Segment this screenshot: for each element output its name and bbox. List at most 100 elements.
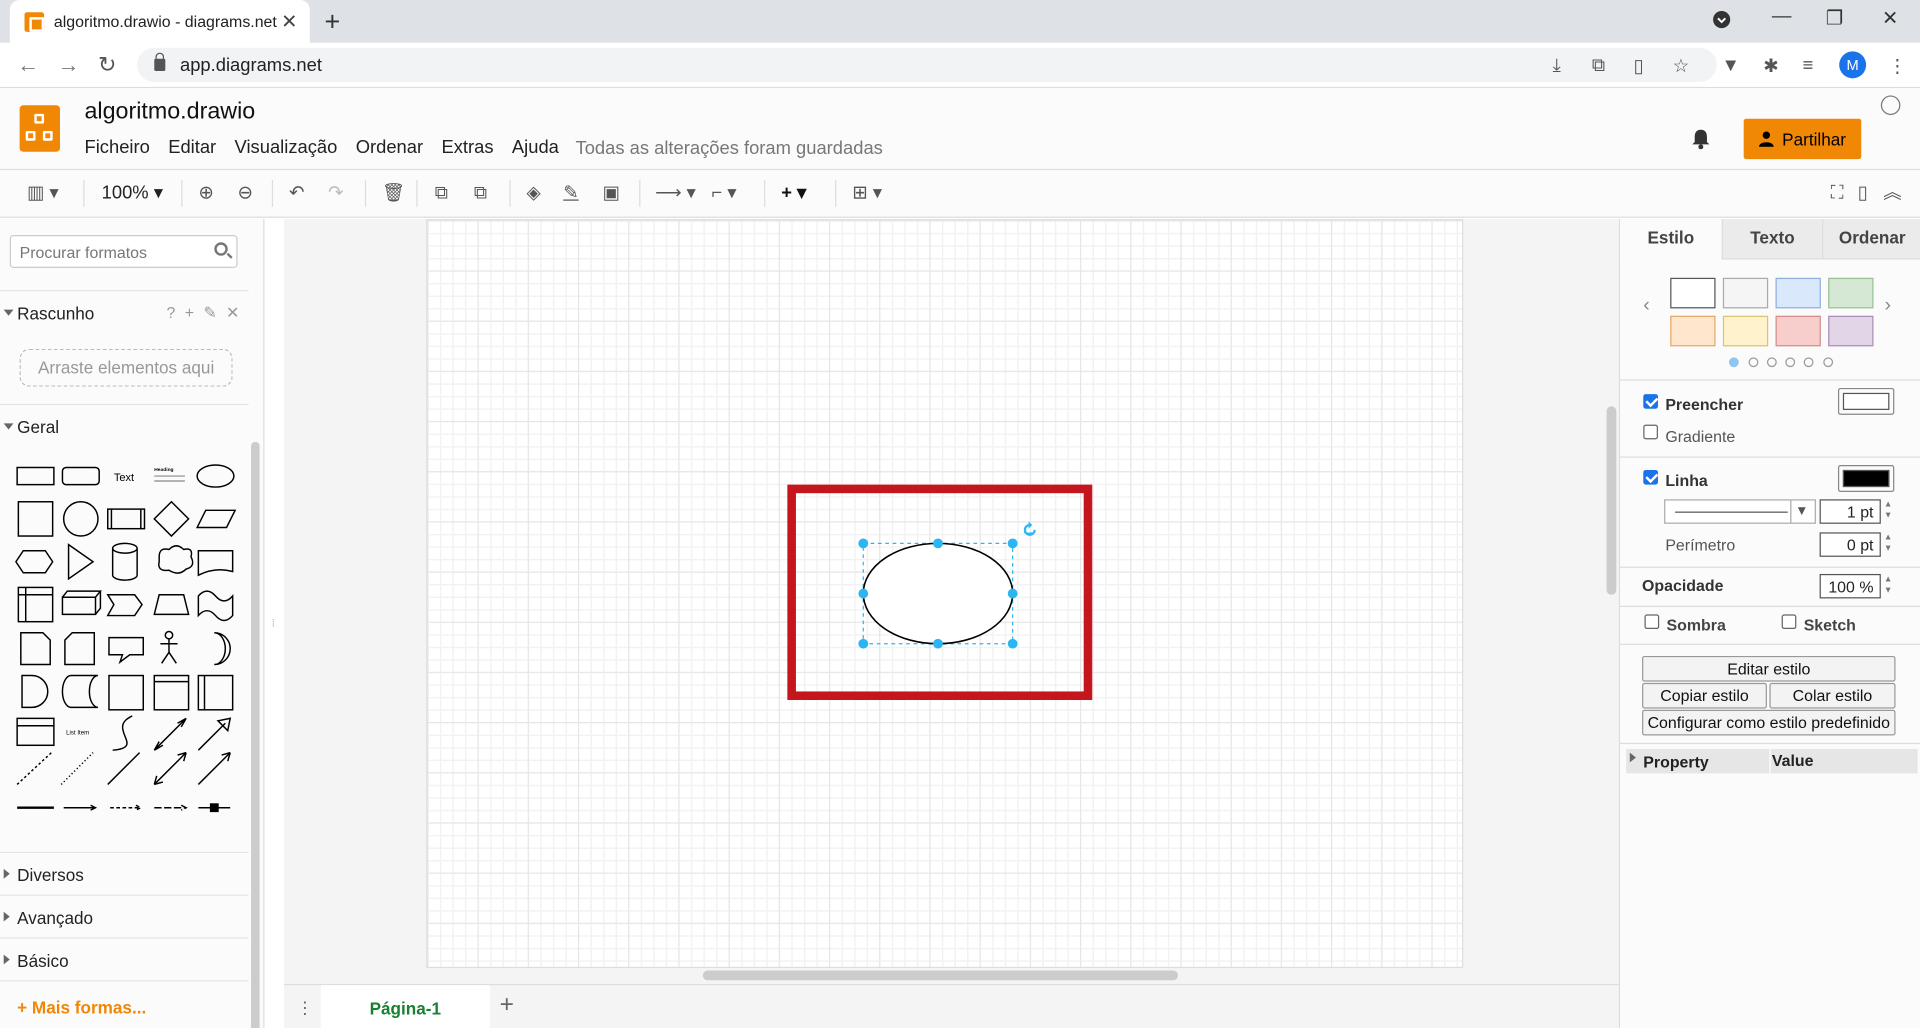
zoom-in-icon[interactable]: ⊕ (198, 182, 213, 204)
extensions-puzzle-icon[interactable]: ✱ (1763, 55, 1778, 77)
tab-texto[interactable]: Texto (1721, 219, 1823, 260)
more-shapes-link[interactable]: + Mais formas... (17, 997, 146, 1017)
minimize-icon[interactable]: — (1772, 6, 1792, 28)
url-bar[interactable]: app.diagrams.net (137, 47, 1717, 82)
fill-color-picker[interactable] (1837, 387, 1895, 415)
swatch-page-dot-6[interactable] (1823, 357, 1834, 368)
profile-avatar[interactable]: M (1839, 51, 1867, 79)
swatch-prev-icon[interactable]: ‹ (1643, 295, 1650, 317)
document-title[interactable]: algoritmo.drawio (84, 99, 255, 126)
zoom-select[interactable]: 100% ▾ (102, 182, 163, 204)
translate-icon[interactable]: ⧉ (1592, 55, 1605, 76)
canvas-vertical-scrollbar[interactable] (1606, 406, 1617, 595)
forward-icon[interactable]: → (58, 53, 80, 79)
line-width-input[interactable]: 1 pt (1819, 499, 1881, 524)
swatch-page-dot-3[interactable] (1766, 357, 1777, 368)
back-icon[interactable]: ← (17, 53, 39, 79)
paste-style-button[interactable]: Colar estilo (1769, 682, 1896, 709)
swatch-page-dot-1[interactable] (1728, 357, 1739, 368)
collapse-icon[interactable]: ︽ (1883, 182, 1901, 204)
section-geral[interactable]: Geral (0, 406, 249, 445)
section-diversos[interactable]: Diversos (0, 854, 249, 893)
toggle-panel-icon[interactable]: ▯ (1858, 182, 1868, 204)
shape-search-input[interactable]: Procurar formatos (9, 234, 238, 269)
format-panel-toggle-icon[interactable]: ▥ ▾ (27, 182, 59, 204)
table-icon[interactable]: ⊞ ▾ (852, 182, 882, 204)
line-pattern-select[interactable]: ▼ (1664, 499, 1816, 524)
fullscreen-icon[interactable]: ⛶ (1831, 182, 1844, 204)
edit-style-button[interactable]: Editar estilo (1642, 655, 1896, 682)
sketch-checkbox[interactable] (1781, 614, 1797, 630)
style-swatch-purple[interactable] (1828, 315, 1874, 347)
delete-icon[interactable]: 🗑 (382, 182, 405, 204)
gradient-checkbox[interactable] (1643, 424, 1658, 440)
expand-icon[interactable] (1629, 752, 1636, 763)
fill-color-icon[interactable]: ◈ (527, 182, 541, 204)
pages-menu-icon[interactable]: ⋮ (296, 997, 313, 1018)
style-swatch-blue[interactable] (1775, 277, 1821, 309)
style-swatch-white[interactable] (1670, 277, 1716, 309)
style-swatch-orange[interactable] (1670, 315, 1716, 347)
diagram-canvas[interactable] (284, 219, 1619, 984)
line-color-icon[interactable]: ✎ (563, 182, 578, 204)
window-close-icon[interactable]: ✕ (1882, 6, 1898, 30)
page-tab-1[interactable]: Página-1 (320, 985, 490, 1028)
menu-ordenar[interactable]: Ordenar (356, 137, 423, 158)
insert-plus-icon[interactable]: + ▾ (781, 182, 806, 204)
scratchpad-dropzone[interactable]: Arraste elementos aqui (19, 348, 233, 387)
section-basico[interactable]: Básico (0, 940, 249, 979)
general-shapes-palette[interactable]: Text Heading List Item (12, 456, 245, 823)
share-button[interactable]: Partilhar (1743, 118, 1862, 160)
opacity-input[interactable]: 100 % (1819, 573, 1881, 599)
style-swatch-yellow[interactable] (1722, 315, 1769, 347)
to-back-icon[interactable]: ⧉ (474, 182, 487, 204)
section-avancado[interactable]: Avançado (0, 897, 249, 936)
shadow-icon[interactable]: ▣ (602, 182, 619, 204)
menu-extras[interactable]: Extras (441, 137, 493, 158)
search-icon[interactable] (214, 242, 228, 256)
tab-ordenar[interactable]: Ordenar (1822, 219, 1920, 260)
swatch-page-dot-4[interactable] (1785, 357, 1796, 368)
line-checkbox[interactable] (1643, 469, 1658, 485)
swatch-page-dot-5[interactable] (1803, 357, 1814, 368)
waypoints-icon[interactable]: ⌐ ▾ (711, 182, 736, 204)
perimeter-input[interactable]: 0 pt (1819, 532, 1881, 557)
reload-icon[interactable]: ↻ (98, 53, 116, 79)
language-globe-icon[interactable] (1880, 95, 1901, 116)
set-default-style-button[interactable]: Configurar como estilo predefinido (1642, 709, 1896, 736)
install-app-icon[interactable]: ⤓ (1553, 55, 1561, 76)
tab-search-icon[interactable] (1712, 10, 1732, 36)
extension-v-icon[interactable]: ▼ (1722, 55, 1740, 76)
fill-checkbox[interactable] (1643, 394, 1658, 409)
maximize-icon[interactable]: ❐ (1826, 6, 1844, 30)
browser-tab[interactable]: algoritmo.drawio - diagrams.net ✕ (9, 0, 310, 43)
scratchpad-tools[interactable]: ? + ✎ ✕ (167, 304, 242, 324)
menu-ficheiro[interactable]: Ficheiro (84, 137, 149, 158)
bookmark-star-icon[interactable]: ☆ (1673, 55, 1689, 77)
notifications-bell-icon[interactable] (1690, 127, 1712, 150)
selected-ellipse[interactable] (855, 532, 1039, 654)
menu-ajuda[interactable]: Ajuda (512, 137, 559, 158)
zoom-out-icon[interactable]: ⊖ (238, 182, 253, 204)
swatch-page-dot-2[interactable] (1748, 357, 1759, 368)
new-tab-icon[interactable]: + (324, 6, 340, 38)
rotate-handle-icon[interactable] (1020, 520, 1040, 540)
connection-style-icon[interactable]: ⟶ ▾ (655, 182, 696, 204)
swatch-next-icon[interactable]: › (1885, 295, 1892, 317)
save-status[interactable]: Todas as alterações foram guardadas (576, 138, 883, 159)
undo-icon[interactable]: ↶ (289, 182, 304, 204)
to-front-icon[interactable]: ⧉ (435, 182, 448, 204)
shadow-checkbox[interactable] (1644, 614, 1660, 630)
style-swatch-green[interactable] (1828, 277, 1874, 309)
canvas-horizontal-scrollbar[interactable] (702, 970, 1178, 981)
tab-estilo[interactable]: Estilo (1620, 219, 1722, 260)
sidebar-scrollbar[interactable] (251, 441, 260, 1028)
copy-style-button[interactable]: Copiar estilo (1642, 682, 1767, 709)
redo-icon[interactable]: ↷ (328, 182, 343, 204)
menu-visualizacao[interactable]: Visualização (235, 137, 338, 158)
media-queue-icon[interactable]: ≡ (1802, 55, 1813, 76)
perimeter-spinner[interactable]: ▲ ▼ (1882, 532, 1894, 556)
opacity-spinner[interactable]: ▲ ▼ (1882, 574, 1894, 598)
style-swatch-gray[interactable] (1722, 277, 1769, 309)
sidebar-resize-handle[interactable]: ⁞ (272, 618, 275, 629)
